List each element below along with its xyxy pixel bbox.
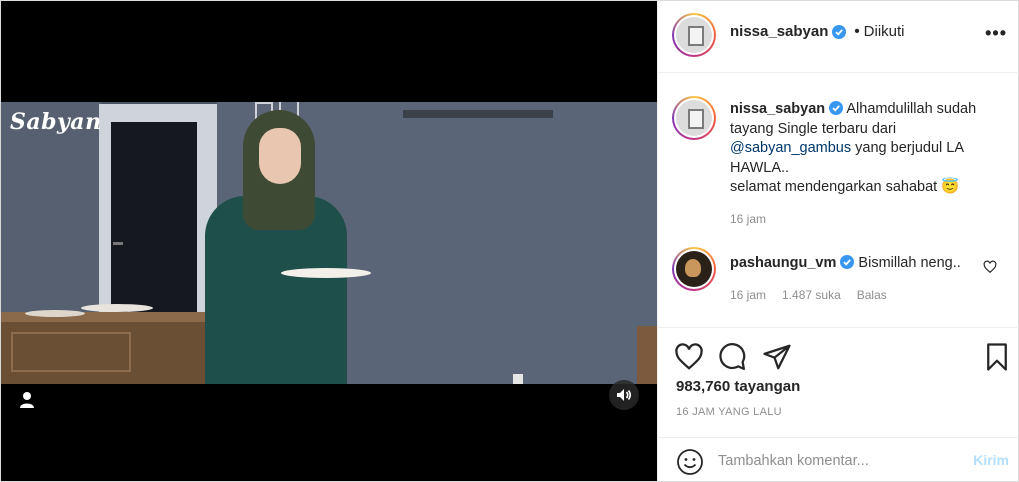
header-separator: • — [854, 23, 860, 40]
video-frame — [1, 102, 657, 384]
like-comment-heart-icon[interactable] — [983, 260, 997, 274]
comment-time[interactable]: 16 jam — [730, 288, 766, 302]
speaker-icon — [617, 389, 632, 401]
comment-meta: 16 jam 1.487 suka Balas — [730, 288, 887, 302]
post-timestamp[interactable]: 16 JAM YANG LALU — [676, 406, 782, 418]
emoji-picker-icon[interactable] — [676, 448, 704, 476]
caption-time[interactable]: 16 jam — [730, 212, 766, 226]
tagged-user-icon[interactable] — [17, 391, 37, 409]
person-figure — [201, 110, 371, 384]
caption-username[interactable]: nissa_sabyan — [730, 101, 825, 117]
video-watermark: Sabyan — [10, 109, 102, 135]
author-username[interactable]: nissa_sabyan — [730, 23, 828, 40]
commenter-username[interactable]: pashaungu_vm — [730, 255, 836, 271]
comment-likes[interactable]: 1.487 suka — [782, 288, 841, 302]
volume-toggle-button[interactable] — [609, 380, 639, 410]
post-actions: 983,760 tayangan 16 JAM YANG LALU — [658, 327, 1019, 437]
comment-input[interactable] — [718, 450, 948, 472]
post-details-panel: nissa_sabyan • Diikuti ••• nissa_sabyan … — [657, 1, 1019, 481]
comment-item: pashaungu_vm Bismillah neng.. — [730, 255, 961, 271]
bookmark-icon[interactable] — [982, 342, 1012, 372]
author-avatar[interactable] — [672, 13, 716, 57]
like-heart-icon[interactable] — [674, 342, 704, 372]
caption-author-avatar[interactable] — [672, 96, 716, 140]
verified-badge-icon — [840, 255, 855, 269]
more-options-icon[interactable]: ••• — [985, 23, 1007, 44]
video-player[interactable]: Sabyan — [1, 1, 657, 481]
verified-badge-icon — [832, 24, 847, 39]
comment-text: Bismillah neng.. — [858, 255, 961, 271]
follow-status-button[interactable]: Diikuti — [864, 23, 905, 40]
post-comment-button[interactable]: Kirim — [973, 452, 1009, 468]
share-paper-plane-icon[interactable] — [762, 342, 792, 372]
commenter-avatar[interactable] — [672, 247, 716, 291]
post-header: nissa_sabyan • Diikuti ••• — [658, 1, 1019, 73]
view-count[interactable]: 983,760 tayangan — [676, 378, 800, 395]
post-caption: nissa_sabyan Alhamdulillah sudah tayang … — [730, 100, 1000, 198]
comment-bubble-icon[interactable] — [717, 342, 747, 372]
reply-button[interactable]: Balas — [857, 288, 887, 302]
verified-badge-icon — [829, 101, 844, 115]
comments-list: nissa_sabyan Alhamdulillah sudah tayang … — [658, 74, 1019, 327]
caption-closing-line: selamat mendengarkan sahabat 😇 — [730, 179, 960, 195]
caption-mention-link[interactable]: @sabyan_gambus — [730, 140, 851, 156]
add-comment-bar: Kirim — [658, 437, 1019, 481]
